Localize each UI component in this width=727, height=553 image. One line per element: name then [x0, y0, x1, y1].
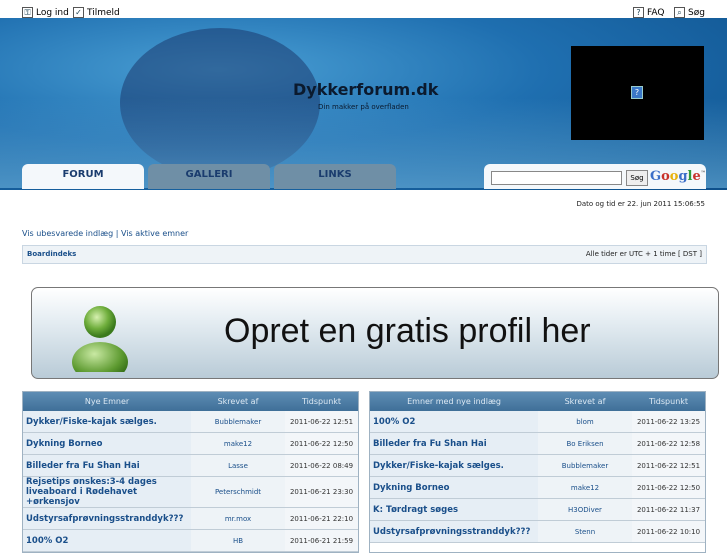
- login-link[interactable]: ⚿ Log ind: [22, 7, 69, 18]
- timezone-info: Alle tider er UTC + 1 time [ DST ]: [585, 250, 702, 258]
- site-title[interactable]: Dykkerforum.dk: [293, 80, 438, 99]
- table-row: 100% O2 HB 2011-06-21 21:59: [23, 529, 358, 552]
- board-index-link[interactable]: Boardindeks: [27, 250, 76, 258]
- quick-links: Vis ubesvarede indlæg | Vis aktive emner: [22, 229, 188, 238]
- post-time: 2011-06-22 08:49: [285, 454, 358, 477]
- column-header: Tidspunkt: [632, 392, 705, 411]
- table-row: Dykning Borneo make12 2011-06-22 12:50: [23, 432, 358, 455]
- new-replies-table: Emner med nye indlæg Skrevet af Tidspunk…: [370, 392, 705, 543]
- topic-link[interactable]: 100% O2: [23, 529, 191, 552]
- site-subtitle: Din makker på overfladen: [318, 103, 409, 111]
- topic-link[interactable]: K: Tørdragt søges: [370, 498, 538, 521]
- column-header: Skrevet af: [538, 392, 632, 411]
- topic-link[interactable]: Billeder fra Fu Shan Hai: [370, 432, 538, 455]
- checkmark-icon: ✓: [73, 7, 84, 18]
- breadcrumb: Boardindeks Alle tider er UTC + 1 time […: [22, 245, 707, 264]
- post-time: 2011-06-22 13:25: [632, 411, 705, 433]
- tab-galleri[interactable]: GALLERI: [148, 164, 270, 189]
- table-row: Udstyrsafprøvningsstranddyk??? mr.mox 20…: [23, 507, 358, 530]
- new-topics-table: Nye Emner Skrevet af Tidspunkt Dykker/Fi…: [23, 392, 358, 552]
- column-header: Nye Emner: [23, 392, 191, 411]
- author-link[interactable]: HB: [191, 529, 285, 552]
- search-link[interactable]: ⌕ Søg: [674, 7, 705, 18]
- table-row: Dykning Borneo make12 2011-06-22 12:50: [370, 476, 705, 499]
- author-link[interactable]: mr.mox: [191, 507, 285, 530]
- user-avatar-icon: [72, 306, 128, 372]
- column-header: Skrevet af: [191, 392, 285, 411]
- post-time: 2011-06-21 21:59: [285, 529, 358, 552]
- new-topics-panel: Nye Emner Skrevet af Tidspunkt Dykker/Fi…: [22, 391, 359, 553]
- post-time: 2011-06-22 12:58: [632, 432, 705, 455]
- author-link[interactable]: make12: [538, 476, 632, 499]
- author-link[interactable]: Lasse: [191, 454, 285, 477]
- faq-label: FAQ: [647, 7, 665, 18]
- tab-forum[interactable]: FORUM: [22, 164, 144, 189]
- key-icon: ⚿: [22, 7, 33, 18]
- table-row: Dykker/Fiske-kajak sælges. Bubblemaker 2…: [370, 454, 705, 477]
- unanswered-posts-link[interactable]: Vis ubesvarede indlæg: [22, 229, 113, 238]
- new-replies-panel: Emner med nye indlæg Skrevet af Tidspunk…: [369, 391, 706, 553]
- column-header: Tidspunkt: [285, 392, 358, 411]
- author-link[interactable]: Bubblemaker: [538, 454, 632, 477]
- topic-link[interactable]: Dykning Borneo: [23, 432, 191, 455]
- google-search-box: Søg Google™: [484, 164, 706, 189]
- google-search-button[interactable]: Søg: [626, 170, 648, 186]
- google-logo: Google™: [650, 169, 706, 184]
- post-time: 2011-06-21 22:10: [285, 507, 358, 530]
- active-topics-link[interactable]: Vis aktive emner: [121, 229, 188, 238]
- tab-links-label: LINKS: [318, 169, 352, 180]
- author-link[interactable]: Peterschmidt: [191, 476, 285, 508]
- topic-link[interactable]: Rejsetips ønskes:3-4 dages liveaboard i …: [23, 476, 191, 508]
- author-link[interactable]: Stenn: [538, 520, 632, 543]
- post-time: 2011-06-22 11:37: [632, 498, 705, 521]
- faq-link[interactable]: ? FAQ: [633, 7, 664, 18]
- author-link[interactable]: make12: [191, 432, 285, 455]
- link-separator: |: [115, 229, 119, 238]
- table-row: Udstyrsafprøvningsstranddyk??? Stenn 201…: [370, 520, 705, 543]
- author-link[interactable]: Bubblemaker: [191, 411, 285, 433]
- table-row: 100% O2 blom 2011-06-22 13:25: [370, 411, 705, 433]
- search-icon: ⌕: [674, 7, 685, 18]
- google-search-input[interactable]: [491, 171, 622, 185]
- author-link[interactable]: blom: [538, 411, 632, 433]
- plugin-missing-icon: ?: [631, 86, 643, 99]
- topic-link[interactable]: 100% O2: [370, 411, 538, 433]
- search-label: Søg: [688, 7, 705, 18]
- topic-link[interactable]: Dykning Borneo: [370, 476, 538, 499]
- post-time: 2011-06-22 12:51: [632, 454, 705, 477]
- author-link[interactable]: H3ODiver: [538, 498, 632, 521]
- post-time: 2011-06-22 10:10: [632, 520, 705, 543]
- table-row: Billeder fra Fu Shan Hai Bo Eriksen 2011…: [370, 432, 705, 455]
- video-player[interactable]: ?: [571, 46, 704, 140]
- table-header-row: Nye Emner Skrevet af Tidspunkt: [23, 392, 358, 411]
- tab-galleri-label: GALLERI: [185, 169, 233, 180]
- create-profile-banner[interactable]: Opret en gratis profil her: [31, 287, 719, 379]
- banner-text: Opret en gratis profil her: [224, 312, 591, 350]
- table-header-row: Emner med nye indlæg Skrevet af Tidspunk…: [370, 392, 705, 411]
- register-label: Tilmeld: [87, 7, 120, 18]
- table-row: Billeder fra Fu Shan Hai Lasse 2011-06-2…: [23, 454, 358, 477]
- post-time: 2011-06-22 12:51: [285, 411, 358, 433]
- table-row: Dykker/Fiske-kajak sælges. Bubblemaker 2…: [23, 411, 358, 433]
- table-row: K: Tørdragt søges H3ODiver 2011-06-22 11…: [370, 498, 705, 521]
- login-label: Log ind: [36, 7, 69, 18]
- question-icon: ?: [633, 7, 644, 18]
- topic-link[interactable]: Udstyrsafprøvningsstranddyk???: [23, 507, 191, 530]
- table-row: Rejsetips ønskes:3-4 dages liveaboard i …: [23, 476, 358, 508]
- topic-link[interactable]: Udstyrsafprøvningsstranddyk???: [370, 520, 538, 543]
- tab-forum-label: FORUM: [62, 169, 104, 180]
- tab-links[interactable]: LINKS: [274, 164, 396, 189]
- current-datetime: Dato og tid er 22. jun 2011 15:06:55: [576, 200, 705, 208]
- column-header: Emner med nye indlæg: [370, 392, 538, 411]
- author-link[interactable]: Bo Eriksen: [538, 432, 632, 455]
- topic-link[interactable]: Billeder fra Fu Shan Hai: [23, 454, 191, 477]
- post-time: 2011-06-21 23:30: [285, 476, 358, 508]
- post-time: 2011-06-22 12:50: [285, 432, 358, 455]
- post-time: 2011-06-22 12:50: [632, 476, 705, 499]
- register-link[interactable]: ✓ Tilmeld: [73, 7, 120, 18]
- topic-link[interactable]: Dykker/Fiske-kajak sælges.: [370, 454, 538, 477]
- topic-link[interactable]: Dykker/Fiske-kajak sælges.: [23, 411, 191, 433]
